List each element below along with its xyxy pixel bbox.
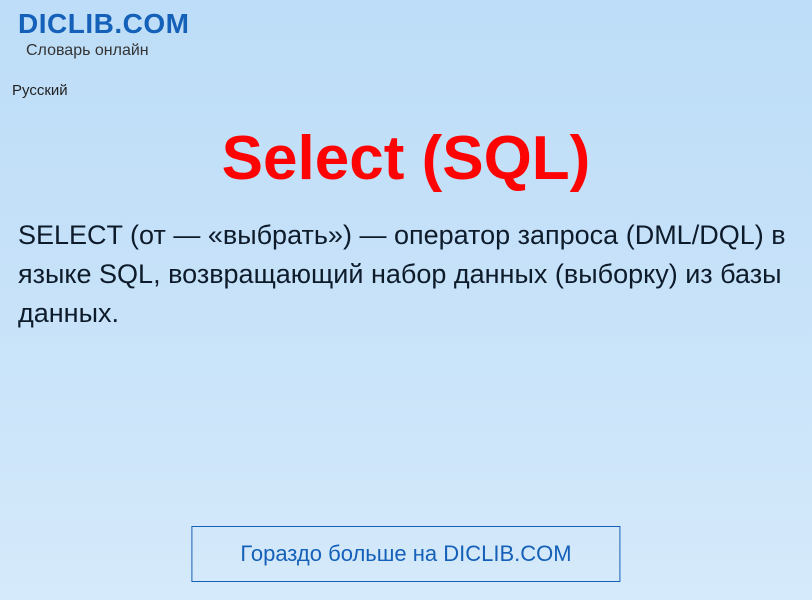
header: DICLIB.COM Словарь онлайн xyxy=(0,0,812,64)
site-name[interactable]: DICLIB.COM xyxy=(18,8,794,40)
more-link[interactable]: Гораздо больше на DICLIB.COM xyxy=(191,526,620,582)
article-description: SELECT (от — «выбрать») — оператор запро… xyxy=(0,194,812,333)
article-title: Select (SQL) xyxy=(0,123,812,194)
language-label[interactable]: Русский xyxy=(12,82,812,99)
tagline: Словарь онлайн xyxy=(26,42,794,60)
